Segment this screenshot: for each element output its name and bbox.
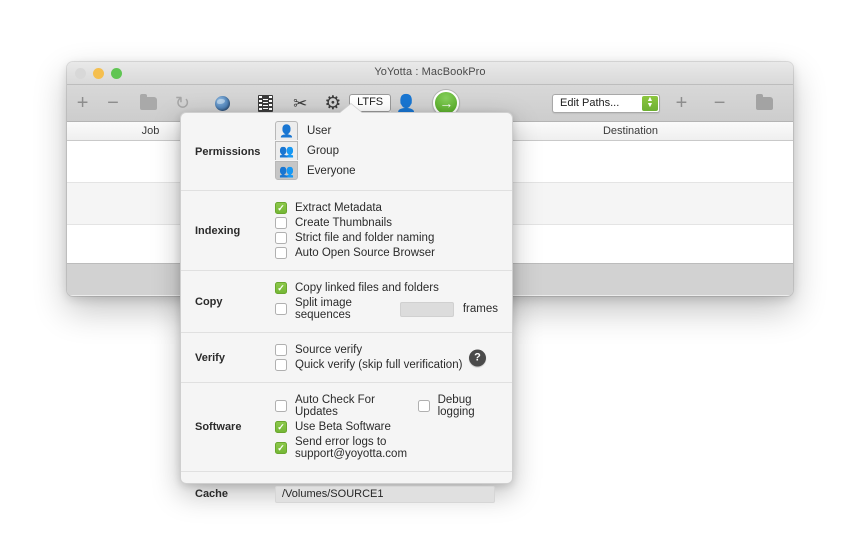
group-icon[interactable]: 👥 (275, 141, 298, 160)
gear-icon: ⚙ (324, 92, 342, 114)
checkbox-debug-logging[interactable] (417, 400, 430, 412)
section-copy: Copy Copy linked files and folders Split… (181, 271, 512, 333)
section-label-verify: Verify (195, 351, 225, 364)
checkbox-split-sequences[interactable] (275, 303, 287, 315)
popover-arrow (340, 104, 362, 113)
label-strict-naming: Strict file and folder naming (295, 232, 435, 244)
checkbox-create-thumbnails[interactable] (275, 217, 287, 229)
everyone-icon[interactable]: 👥 (275, 161, 298, 180)
folder-icon (139, 93, 157, 110)
window-titlebar: YoYotta : MacBookPro (67, 62, 793, 85)
permissions-options: 👤 User 👥 Group 👥 Everyone (275, 113, 498, 190)
permission-label-everyone: Everyone (307, 164, 356, 177)
checkbox-send-error-logs[interactable] (275, 442, 287, 454)
checkbox-row-updates-debug: Auto Check For Updates Debug logging (275, 394, 498, 418)
section-label-cache: Cache (195, 488, 229, 500)
section-label-copy: Copy (195, 295, 223, 308)
checkbox-group-debug-logging[interactable]: Debug logging (417, 394, 498, 418)
checkbox-row-copy-linked[interactable]: Copy linked files and folders (275, 282, 498, 294)
section-label-permissions: Permissions (195, 145, 261, 158)
section-label-software: Software (195, 421, 242, 433)
label-send-error-logs: Send error logs to support@yoyotta.com (295, 436, 408, 460)
label-use-beta-software: Use Beta Software (295, 421, 391, 433)
checkbox-row-source-verify[interactable]: Source verify (275, 344, 498, 356)
verify-options: Source verify Quick verify (skip full ve… (275, 333, 498, 382)
checkbox-use-beta-software[interactable] (275, 421, 287, 433)
help-icon[interactable]: ? (469, 349, 486, 366)
add-button[interactable]: + (67, 89, 98, 117)
cache-path-input[interactable]: /Volumes/SOURCE1 (275, 485, 495, 503)
label-split-sequences: Split image sequences (295, 297, 352, 321)
section-cache: Cache /Volumes/SOURCE1 (181, 472, 512, 516)
checkbox-auto-open-source-browser[interactable] (275, 247, 287, 259)
minus-icon-right: − (713, 92, 726, 114)
cache-options: /Volumes/SOURCE1 (275, 478, 498, 511)
label-copy-linked: Copy linked files and folders (295, 282, 439, 294)
indexing-options: Extract Metadata Create Thumbnails Stric… (275, 191, 498, 270)
section-permissions: Permissions 👤 User 👥 Group 👥 Everyone (181, 113, 512, 191)
checkbox-row-send-error-logs[interactable]: Send error logs to support@yoyotta.com (275, 436, 498, 460)
edit-paths-control[interactable]: Edit Paths... ▲ ▼ (551, 93, 660, 113)
person-icon: 👤 (395, 93, 417, 113)
refresh-icon: ↻ (174, 93, 190, 113)
checkbox-row-split-sequences[interactable]: Split image sequences frames (275, 297, 498, 321)
film-icon (258, 94, 274, 112)
section-indexing: Indexing Extract Metadata Create Thumbna… (181, 191, 512, 271)
label-debug-logging: Debug logging (437, 394, 475, 418)
label-create-thumbnails: Create Thumbnails (295, 217, 392, 229)
section-software: Software Auto Check For Updates Debug lo… (181, 383, 512, 472)
permission-label-user: User (307, 124, 332, 137)
checkbox-extract-metadata[interactable] (275, 202, 287, 214)
minus-icon: − (107, 92, 119, 114)
checkbox-source-verify[interactable] (275, 344, 287, 356)
settings-popover: Permissions 👤 User 👥 Group 👥 Everyone In… (180, 112, 513, 503)
chevron-down-icon: ▼ (646, 102, 654, 109)
column-header-destination[interactable]: Destination (468, 122, 793, 140)
checkbox-row-quick-verify[interactable]: Quick verify (skip full verification) (275, 359, 498, 371)
checkbox-group-auto-check[interactable]: Auto Check For Updates (275, 394, 400, 418)
checkbox-row-use-beta[interactable]: Use Beta Software (275, 421, 498, 433)
label-source-verify: Source verify (295, 344, 363, 356)
section-label-indexing: Indexing (195, 224, 241, 237)
folder-button[interactable] (128, 89, 169, 117)
globe-icon (214, 95, 230, 111)
label-auto-open-source-browser: Auto Open Source Browser (295, 247, 435, 259)
edit-paths-select[interactable]: Edit Paths... ▲ ▼ (551, 89, 660, 117)
copy-options: Copy linked files and folders Split imag… (275, 271, 498, 332)
permission-option-user[interactable]: 👤 User (275, 121, 498, 140)
software-options: Auto Check For Updates Debug logging Use… (275, 383, 498, 471)
split-frames-input[interactable] (400, 301, 454, 317)
label-quick-verify: Quick verify (skip full verification) (295, 359, 463, 371)
user-icon[interactable]: 👤 (275, 121, 298, 140)
folder-path-button[interactable] (736, 89, 793, 117)
checkbox-quick-verify[interactable] (275, 359, 287, 371)
permission-option-everyone[interactable]: 👥 Everyone (275, 161, 498, 180)
label-frames-suffix: frames (462, 303, 498, 315)
plus-icon-right: + (675, 92, 688, 114)
folder-icon-right (756, 93, 774, 110)
scissors-icon: ✂ (293, 93, 308, 113)
add-path-button[interactable]: + (660, 89, 703, 117)
label-auto-check-updates: Auto Check For Updates (295, 394, 375, 418)
permission-option-group[interactable]: 👥 Group (275, 141, 498, 160)
edit-paths-value: Edit Paths... (559, 97, 620, 109)
label-extract-metadata: Extract Metadata (295, 202, 382, 214)
checkbox-row-create-thumbnails[interactable]: Create Thumbnails (275, 217, 498, 229)
plus-icon: + (76, 92, 89, 114)
checkbox-row-strict-naming[interactable]: Strict file and folder naming (275, 232, 498, 244)
checkbox-row-auto-open-source-browser[interactable]: Auto Open Source Browser (275, 247, 498, 259)
checkbox-row-extract-metadata[interactable]: Extract Metadata (275, 202, 498, 214)
checkbox-copy-linked[interactable] (275, 282, 287, 294)
window-title: YoYotta : MacBookPro (374, 66, 486, 78)
remove-button[interactable]: − (98, 89, 127, 117)
checkbox-strict-naming[interactable] (275, 232, 287, 244)
stepper-arrows-icon[interactable]: ▲ ▼ (641, 95, 658, 111)
permission-label-group: Group (307, 144, 339, 157)
checkbox-auto-check-updates[interactable] (275, 400, 287, 412)
remove-path-button[interactable]: − (703, 89, 736, 117)
section-verify: Verify Source verify Quick verify (skip … (181, 333, 512, 383)
screenshot-root: YoYotta : MacBookPro + − ↻ ✂ ⚙ LTFS 👤 → … (0, 0, 860, 534)
